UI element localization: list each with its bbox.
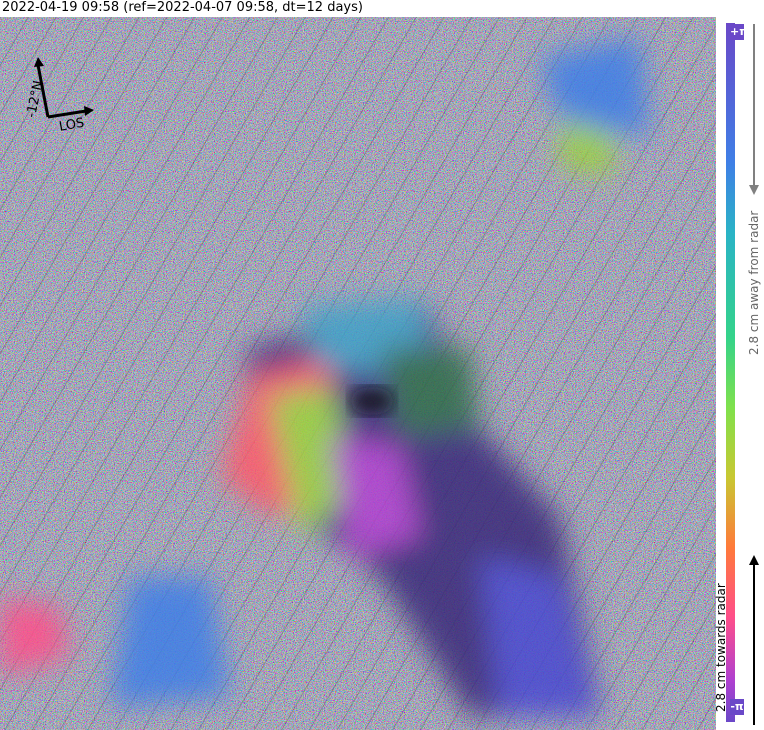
interferogram-image [0,17,716,730]
colorbar-towards-label: 2.8 cm towards radar [714,583,728,712]
figure-title: 2022-04-19 09:58 (ref=2022-04-07 09:58, … [2,0,363,15]
colorbar-bottom-label: -π [730,699,744,715]
colorbar-arrows [749,24,759,725]
colorbar-away-label: 2.8 cm away from radar [747,210,761,355]
colorbar-top-label: +π [730,24,748,40]
